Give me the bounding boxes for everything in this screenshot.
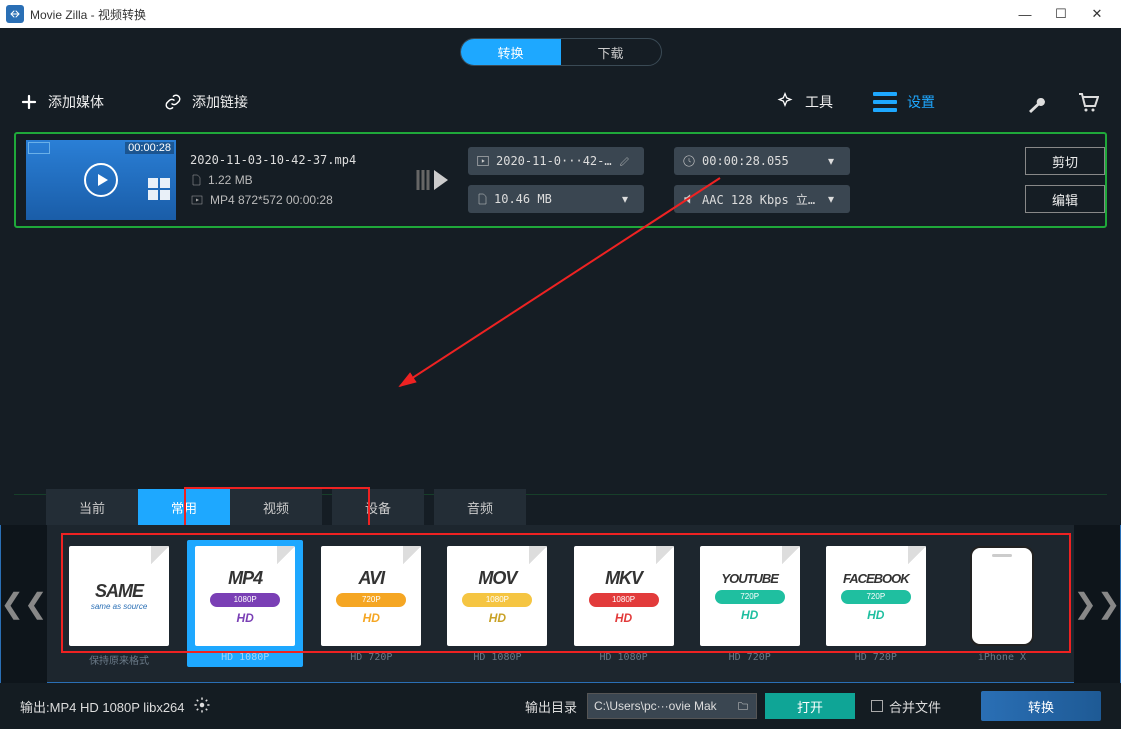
output-dir-label: 输出目录 xyxy=(525,697,577,716)
cut-button[interactable]: 剪切 xyxy=(1025,147,1105,175)
output-name-field[interactable]: 2020-11-0···42-37.mp4 xyxy=(468,147,644,175)
format-info: MP4 872*572 00:00:28 xyxy=(210,193,333,207)
output-name-text: 2020-11-0···42-37.mp4 xyxy=(496,154,614,168)
bottom-bar: 输出:MP4 HD 1080P libx264 输出目录 C:\Users\pc… xyxy=(0,683,1121,729)
close-button[interactable]: ✕ xyxy=(1079,0,1115,28)
tab-convert[interactable]: 转换 xyxy=(461,39,561,65)
menu-icon xyxy=(873,92,897,112)
key-icon xyxy=(1027,90,1051,114)
app-logo xyxy=(6,5,24,23)
format-card-mov[interactable]: MOV1080PHD HD 1080P xyxy=(439,546,555,667)
open-folder-button[interactable]: 打开 xyxy=(765,693,855,719)
format-tab-video[interactable]: 视频 xyxy=(230,489,322,525)
format-panel: 当前 常用 视频 设备 音频 ❮❮ SAMEsame as source 保持原… xyxy=(0,489,1121,683)
clock-icon xyxy=(682,154,696,168)
titlebar: Movie Zilla - 视频转换 — ☐ ✕ xyxy=(0,0,1121,28)
format-card-same[interactable]: SAMEsame as source 保持原来格式 xyxy=(61,546,177,667)
settings-label: 设置 xyxy=(907,92,935,112)
edit-name-icon[interactable] xyxy=(614,155,636,167)
maximize-button[interactable]: ☐ xyxy=(1043,0,1079,28)
cart-button[interactable] xyxy=(1073,88,1101,116)
output-audio-text: AAC 128 Kbps 立体声 xyxy=(702,191,820,208)
output-path-text: C:\Users\pc···ovie Mak xyxy=(594,699,736,713)
add-link-button[interactable]: 添加链接 xyxy=(164,92,248,112)
output-name-col: 2020-11-0···42-37.mp4 10.46 MB ▾ xyxy=(468,147,644,213)
filmstrip-icon xyxy=(28,142,50,154)
file-size: 1.22 MB xyxy=(208,173,253,187)
plus-icon xyxy=(20,93,38,111)
convert-arrow-icon xyxy=(414,165,454,195)
format-card-avi[interactable]: AVI720PHD HD 720P xyxy=(313,546,429,667)
window-title: Movie Zilla - 视频转换 xyxy=(30,6,1007,23)
link-icon xyxy=(164,93,182,111)
format-card-youtube[interactable]: YOUTUBE720PHD HD 720P xyxy=(692,546,808,667)
output-audio-field[interactable]: AAC 128 Kbps 立体声 ▾ xyxy=(674,185,850,213)
play-icon[interactable] xyxy=(84,163,118,197)
format-card-facebook[interactable]: FACEBOOK720PHD HD 720P xyxy=(818,546,934,667)
output-size-field[interactable]: 10.46 MB ▾ xyxy=(468,185,644,213)
convert-button[interactable]: 转换 xyxy=(981,691,1101,721)
format-tab-device[interactable]: 设备 xyxy=(332,489,424,525)
file-name: 2020-11-03-10-42-37.mp4 xyxy=(190,153,400,167)
output-format-label: 输出:MP4 HD 1080P libx264 xyxy=(20,697,185,716)
edit-button[interactable]: 编辑 xyxy=(1025,185,1105,213)
format-list: ❮❮ SAMEsame as source 保持原来格式 MP41080PHD … xyxy=(0,525,1121,683)
format-tab-popular[interactable]: 常用 xyxy=(138,489,230,525)
thumbnail[interactable]: 00:00:28 xyxy=(26,140,176,220)
format-tab-audio[interactable]: 音频 xyxy=(434,489,526,525)
video-icon xyxy=(190,194,204,206)
tab-download[interactable]: 下载 xyxy=(561,39,661,65)
windows-tile-icon xyxy=(148,178,170,200)
media-meta: 2020-11-03-10-42-37.mp4 1.22 MB MP4 872*… xyxy=(190,153,400,207)
output-size-text: 10.46 MB xyxy=(494,192,614,206)
file-icon xyxy=(190,173,202,187)
file-icon xyxy=(476,192,488,206)
output-av-col: 00:00:28.055 ▾ AAC 128 Kbps 立体声 ▾ xyxy=(674,147,850,213)
add-media-button[interactable]: 添加媒体 xyxy=(20,92,104,112)
format-tab-current[interactable]: 当前 xyxy=(46,489,138,525)
scroll-right-button[interactable]: ❯❯ xyxy=(1074,525,1120,683)
scroll-left-button[interactable]: ❮❮ xyxy=(1,525,47,683)
merge-label: 合并文件 xyxy=(889,697,941,716)
merge-checkbox[interactable]: 合并文件 xyxy=(871,697,941,716)
add-link-label: 添加链接 xyxy=(192,92,248,112)
chevron-down-icon[interactable]: ▾ xyxy=(820,154,842,168)
tools-label: 工具 xyxy=(805,92,833,112)
settings-button[interactable]: 设置 xyxy=(873,92,975,112)
output-duration-text: 00:00:28.055 xyxy=(702,154,820,168)
add-media-label: 添加媒体 xyxy=(48,92,104,112)
output-path-field[interactable]: C:\Users\pc···ovie Mak xyxy=(587,693,757,719)
folder-icon[interactable] xyxy=(736,700,750,712)
format-card-mkv[interactable]: MKV1080PHD HD 1080P xyxy=(566,546,682,667)
media-item[interactable]: 00:00:28 2020-11-03-10-42-37.mp4 1.22 MB… xyxy=(14,132,1107,228)
output-duration-field[interactable]: 00:00:28.055 ▾ xyxy=(674,147,850,175)
tools-button[interactable]: 工具 xyxy=(775,92,833,112)
key-button[interactable] xyxy=(1025,88,1053,116)
wand-icon xyxy=(775,92,795,112)
iphone-icon xyxy=(970,546,1034,646)
video-file-icon xyxy=(476,154,490,168)
chevron-down-icon[interactable]: ▾ xyxy=(614,192,636,206)
output-settings-button[interactable] xyxy=(193,696,211,717)
toolbar: 添加媒体 添加链接 工具 设置 xyxy=(0,78,1121,126)
format-tabs: 当前 常用 视频 设备 音频 xyxy=(46,489,1121,525)
checkbox-icon xyxy=(871,700,883,712)
gear-icon xyxy=(193,696,211,714)
format-card-mp4[interactable]: MP41080PHD HD 1080P xyxy=(187,540,303,667)
cart-icon xyxy=(1075,90,1099,114)
mode-tabs: 转换 下载 xyxy=(0,28,1121,66)
minimize-button[interactable]: — xyxy=(1007,0,1043,28)
speaker-icon xyxy=(682,192,696,206)
duration-badge: 00:00:28 xyxy=(125,142,174,154)
chevron-down-icon[interactable]: ▾ xyxy=(820,192,842,206)
app-body: 转换 下载 添加媒体 添加链接 工具 设置 xyxy=(0,28,1121,729)
format-card-iphone[interactable]: iPhone X xyxy=(944,546,1060,667)
item-actions: 剪切 编辑 xyxy=(1025,147,1095,213)
